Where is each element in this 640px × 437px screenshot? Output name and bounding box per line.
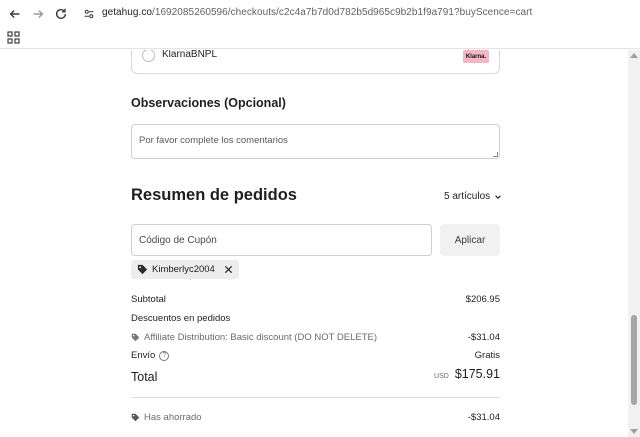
order-summary-heading: Resumen de pedidos (131, 186, 297, 204)
applied-coupon-code: Kimberlyc2004 (152, 264, 215, 275)
info-icon[interactable]: ? (159, 350, 170, 361)
klarna-logo: Klarna. (463, 50, 489, 63)
url-path: /1692085260596/checkouts/c2c4a7b7d0d782b… (152, 7, 533, 18)
forward-button[interactable] (28, 4, 48, 24)
chevron-down-icon (495, 194, 501, 199)
total-row: Total USD $175.91 (131, 367, 500, 384)
items-count-toggle[interactable]: 5 artículos (444, 191, 502, 202)
site-info-button[interactable] (80, 5, 98, 23)
apply-coupon-button[interactable]: Aplicar (440, 224, 500, 256)
address-bar[interactable]: getahug.co/1692085260596/checkouts/c2c4a… (102, 7, 532, 18)
payment-radio[interactable] (142, 50, 155, 62)
arrow-left-icon (9, 10, 20, 18)
bookmarks-bar (0, 27, 640, 49)
scroll-down-icon[interactable] (630, 429, 638, 434)
divider (131, 397, 500, 398)
subtotal-label: Subtotal (131, 294, 166, 305)
savings-row: Has ahorrado -$31.04 (131, 412, 500, 423)
scroll-thumb[interactable] (631, 315, 637, 405)
discounts-label: Descuentos en pedidos (131, 313, 231, 324)
items-count: 5 artículos (444, 191, 491, 202)
discount-name: Affiliate Distribution: Basic discount (… (144, 332, 378, 343)
total-value: $175.91 (454, 367, 500, 381)
browser-toolbar: getahug.co/1692085260596/checkouts/c2c4a… (0, 0, 640, 27)
currency-code: USD (434, 373, 449, 380)
discount-line: Affiliate Distribution: Basic discount (… (131, 332, 500, 343)
savings-value: -$31.04 (467, 412, 500, 423)
apps-grid-icon[interactable] (7, 31, 20, 44)
tag-icon (137, 264, 148, 275)
discount-value: -$31.04 (467, 332, 500, 343)
payment-option-klarna[interactable]: KlarnaBNPL Klarna. (131, 50, 500, 74)
discounts-row: Descuentos en pedidos (131, 313, 500, 324)
close-icon[interactable] (224, 265, 233, 274)
payment-option-label: KlarnaBNPL (162, 50, 218, 60)
checkout-page: KlarnaBNPL Klarna. Observaciones (Opcion… (0, 50, 628, 437)
notes-textarea[interactable] (131, 124, 500, 159)
subtotal-row: Subtotal $206.95 (131, 294, 500, 305)
shipping-label: Envío (131, 350, 156, 361)
scroll-up-icon[interactable] (630, 53, 638, 58)
back-button[interactable] (5, 4, 25, 24)
reload-icon (55, 8, 67, 20)
tag-icon (131, 333, 140, 342)
url-host: getahug.co (102, 7, 152, 18)
resize-handle-icon[interactable] (493, 152, 498, 157)
tune-icon (84, 9, 94, 19)
vertical-scrollbar[interactable] (628, 50, 640, 437)
reload-button[interactable] (51, 4, 71, 24)
savings-label: Has ahorrado (144, 412, 202, 423)
applied-coupon-chip: Kimberlyc2004 (131, 260, 239, 279)
shipping-row: Envío ? Gratis (131, 350, 500, 361)
shipping-value: Gratis (474, 350, 500, 361)
notes-heading: Observaciones (Opcional) (131, 96, 286, 110)
tag-icon (131, 413, 140, 422)
coupon-input[interactable] (131, 224, 432, 256)
subtotal-value: $206.95 (465, 294, 500, 305)
arrow-right-icon (33, 10, 44, 18)
